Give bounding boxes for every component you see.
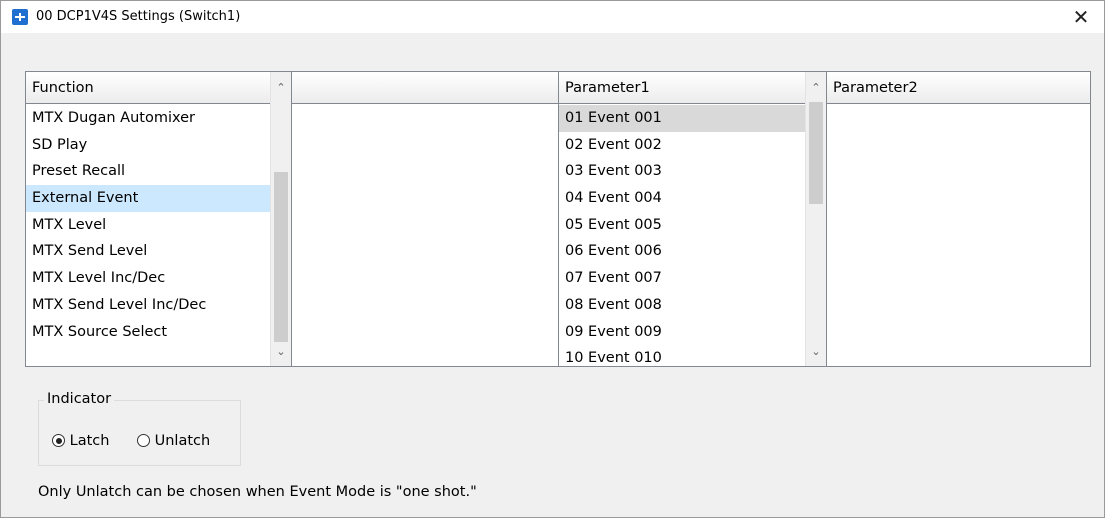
function-scroll-thumb[interactable] <box>274 172 288 342</box>
parameter2-column-header[interactable]: Parameter2 <box>827 72 1090 104</box>
function-scrollbar[interactable]: ⌃ ⌄ <box>270 72 291 366</box>
function-item[interactable]: MTX Dugan Automixer <box>26 105 271 132</box>
radio-unselected-icon <box>137 434 150 447</box>
latch-label: Latch <box>69 433 110 449</box>
event-mode-note: Only Unlatch can be chosen when Event Mo… <box>38 484 477 500</box>
chevron-down-icon[interactable]: ⌄ <box>271 342 291 362</box>
function-item[interactable]: Preset Recall <box>26 158 271 185</box>
function-item-selected[interactable]: External Event <box>26 185 271 212</box>
indicator-label: Indicator <box>44 389 115 409</box>
chevron-up-icon[interactable]: ⌃ <box>806 78 826 98</box>
parameter1-item[interactable]: 10 Event 010 <box>559 345 806 366</box>
parameter1-item[interactable]: 06 Event 006 <box>559 238 806 265</box>
settings-dialog: 00 DCP1V4S Settings (Switch1) ✕ Function… <box>0 0 1105 518</box>
radio-selected-icon <box>52 434 65 447</box>
parameter1-item[interactable]: 05 Event 005 <box>559 212 806 239</box>
parameter1-item[interactable]: 04 Event 004 <box>559 185 806 212</box>
parameter2-list[interactable]: Parameter2 <box>826 71 1091 367</box>
close-button[interactable]: ✕ <box>1058 1 1104 33</box>
function-item[interactable]: MTX Level Inc/Dec <box>26 265 271 292</box>
parameter1-list[interactable]: Parameter1 01 Event 001 02 Event 002 03 … <box>558 71 827 367</box>
parameter1-scrollbar[interactable]: ⌃ ⌄ <box>805 72 826 366</box>
function-list[interactable]: Function MTX Dugan Automixer SD Play Pre… <box>25 71 292 367</box>
parameter1-rows: 01 Event 001 02 Event 002 03 Event 003 0… <box>559 105 806 366</box>
parameter1-column-header[interactable]: Parameter1 <box>559 72 806 104</box>
chevron-up-icon[interactable]: ⌃ <box>271 78 291 98</box>
function-item[interactable]: SD Play <box>26 132 271 159</box>
function-item[interactable]: MTX Send Level <box>26 238 271 265</box>
unlatch-label: Unlatch <box>154 433 211 449</box>
chevron-down-icon[interactable]: ⌄ <box>806 342 826 362</box>
parameter1-item-selected[interactable]: 01 Event 001 <box>559 105 806 132</box>
parameter1-item[interactable]: 08 Event 008 <box>559 292 806 319</box>
window-title: 00 DCP1V4S Settings (Switch1) <box>36 9 241 24</box>
blank-column-header <box>292 72 558 104</box>
parameter1-scroll-thumb[interactable] <box>809 102 823 204</box>
parameter1-item[interactable]: 09 Event 009 <box>559 319 806 346</box>
parameter1-item[interactable]: 03 Event 003 <box>559 158 806 185</box>
latch-radio[interactable]: Latch <box>52 431 109 451</box>
function-item[interactable]: MTX Send Level Inc/Dec <box>26 292 271 319</box>
function-column-header[interactable]: Function <box>26 72 271 104</box>
title-bar: 00 DCP1V4S Settings (Switch1) ✕ <box>1 1 1104 33</box>
function-rows: MTX Dugan Automixer SD Play Preset Recal… <box>26 105 271 366</box>
parameter1-item[interactable]: 07 Event 007 <box>559 265 806 292</box>
blank-list[interactable] <box>291 71 559 367</box>
unlatch-radio[interactable]: Unlatch <box>137 431 210 451</box>
function-item[interactable]: MTX Source Select <box>26 319 271 346</box>
close-icon: ✕ <box>1072 5 1090 29</box>
app-icon <box>12 9 28 25</box>
parameter1-item[interactable]: 02 Event 002 <box>559 132 806 159</box>
function-item[interactable]: MTX Level <box>26 212 271 239</box>
